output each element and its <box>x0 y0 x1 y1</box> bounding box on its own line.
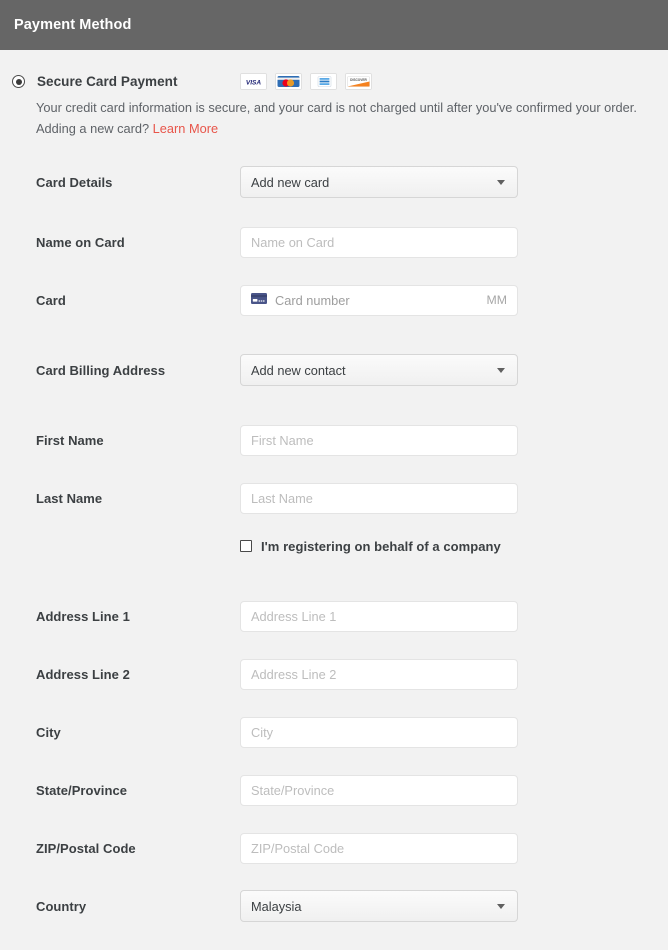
country-select[interactable]: Malaysia <box>240 890 518 922</box>
card-number-field[interactable]: Card number MM <box>240 284 518 316</box>
page-title: Payment Method <box>14 17 132 33</box>
card-details-selected-value: Add new card <box>251 174 330 190</box>
row-card-billing-address: Card Billing Address Add new contact <box>0 351 668 389</box>
form-fields: Card Details Add new card Name on Card C… <box>0 163 668 925</box>
row-city: City <box>0 713 668 751</box>
secure-card-payment-row[interactable]: Secure Card Payment VISA DISCOVER <box>0 50 668 90</box>
label-card-billing-address: Card Billing Address <box>36 362 166 378</box>
label-card: Card <box>36 292 66 308</box>
control-card: Card number MM <box>240 284 518 316</box>
mastercard-card-icon <box>274 73 302 90</box>
payment-description-text: Your credit card information is secure, … <box>36 100 637 136</box>
accepted-card-brands: VISA DISCOVER <box>239 73 372 90</box>
control-card-billing-address: Add new contact <box>240 354 518 386</box>
country-selected-value: Malaysia <box>251 898 302 914</box>
card-expiry-placeholder: MM <box>486 293 508 307</box>
visa-card-icon: VISA <box>239 73 267 90</box>
company-checkbox-label: I'm registering on behalf of a company <box>261 538 501 554</box>
row-company-checkbox[interactable]: I'm registering on behalf of a company <box>0 527 668 565</box>
label-city: City <box>36 724 61 740</box>
row-address-line-2: Address Line 2 <box>0 655 668 693</box>
amex-card-icon <box>309 73 337 90</box>
card-number-placeholder: Card number <box>275 292 350 308</box>
control-name-on-card <box>240 226 518 258</box>
secure-card-payment-label: Secure Card Payment <box>37 74 178 89</box>
control-first-name <box>240 424 518 456</box>
control-city <box>240 716 518 748</box>
label-state-province: State/Province <box>36 782 128 798</box>
name-on-card-input[interactable] <box>240 226 518 258</box>
label-address-line-1: Address Line 1 <box>36 608 130 624</box>
control-address-line-1 <box>240 600 518 632</box>
row-last-name: Last Name <box>0 479 668 517</box>
row-card: Card Card number MM <box>0 281 668 319</box>
control-country: Malaysia <box>240 890 518 922</box>
payment-method-form: Secure Card Payment VISA DISCOVER Your c… <box>0 50 668 950</box>
card-details-select[interactable]: Add new card <box>240 166 518 198</box>
row-name-on-card: Name on Card <box>0 223 668 261</box>
secure-card-payment-radio[interactable] <box>12 75 25 88</box>
address-line-2-input[interactable] <box>240 658 518 690</box>
header-bar: Payment Method <box>0 0 668 50</box>
learn-more-link[interactable]: Learn More <box>153 121 218 136</box>
svg-text:DISCOVER: DISCOVER <box>350 78 367 82</box>
card-billing-address-select[interactable]: Add new contact <box>240 354 518 386</box>
label-address-line-2: Address Line 2 <box>36 666 130 682</box>
label-country: Country <box>36 898 87 914</box>
card-billing-address-selected-value: Add new contact <box>251 362 346 378</box>
label-name-on-card: Name on Card <box>36 234 125 250</box>
payment-description: Your credit card information is secure, … <box>36 97 642 139</box>
first-name-input[interactable] <box>240 424 518 456</box>
control-card-details: Add new card <box>240 166 518 198</box>
chevron-down-icon <box>497 179 505 185</box>
credit-card-icon <box>251 291 267 309</box>
address-line-1-input[interactable] <box>240 600 518 632</box>
label-card-details: Card Details <box>36 174 113 190</box>
label-first-name: First Name <box>36 432 104 448</box>
last-name-input[interactable] <box>240 482 518 514</box>
row-address-line-1: Address Line 1 <box>0 597 668 635</box>
state-province-input[interactable] <box>240 774 518 806</box>
row-first-name: First Name <box>0 421 668 459</box>
chevron-down-icon <box>497 367 505 373</box>
svg-text:VISA: VISA <box>245 80 260 87</box>
label-zip-postal-code: ZIP/Postal Code <box>36 840 136 856</box>
row-zip-postal-code: ZIP/Postal Code <box>0 829 668 867</box>
control-last-name <box>240 482 518 514</box>
row-state-province: State/Province <box>0 771 668 809</box>
discover-card-icon: DISCOVER <box>344 73 372 90</box>
company-checkbox[interactable] <box>240 540 252 552</box>
control-zip-postal-code <box>240 832 518 864</box>
city-input[interactable] <box>240 716 518 748</box>
row-country: Country Malaysia <box>0 887 668 925</box>
zip-postal-code-input[interactable] <box>240 832 518 864</box>
control-address-line-2 <box>240 658 518 690</box>
label-last-name: Last Name <box>36 490 103 506</box>
row-card-details: Card Details Add new card <box>0 163 668 201</box>
chevron-down-icon <box>497 903 505 909</box>
control-state-province <box>240 774 518 806</box>
